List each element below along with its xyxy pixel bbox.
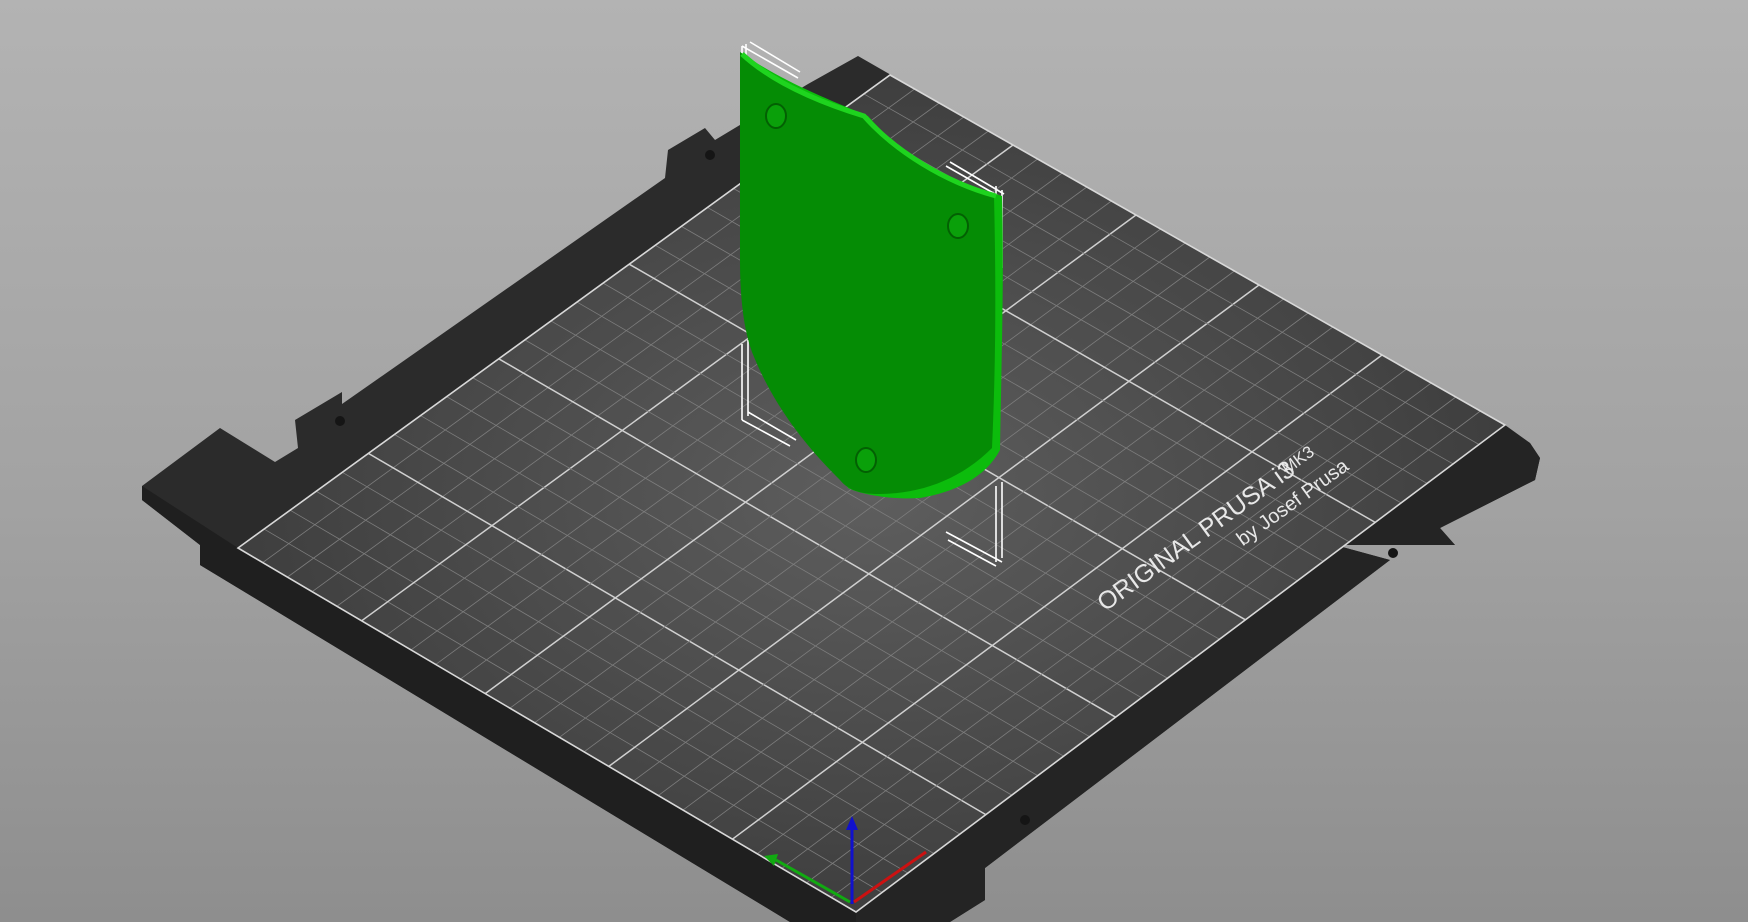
bed-mount-hole — [705, 150, 715, 160]
model-hole — [947, 213, 969, 239]
model-hole — [765, 103, 787, 129]
3d-viewport[interactable]: ORIGINAL PRUSA i3 MK3 by Josef Prusa — [0, 0, 1748, 922]
bed-mount-hole — [1388, 548, 1398, 558]
model-hole — [855, 447, 877, 473]
bed-mount-hole — [1020, 815, 1030, 825]
bed-mount-hole — [335, 416, 345, 426]
